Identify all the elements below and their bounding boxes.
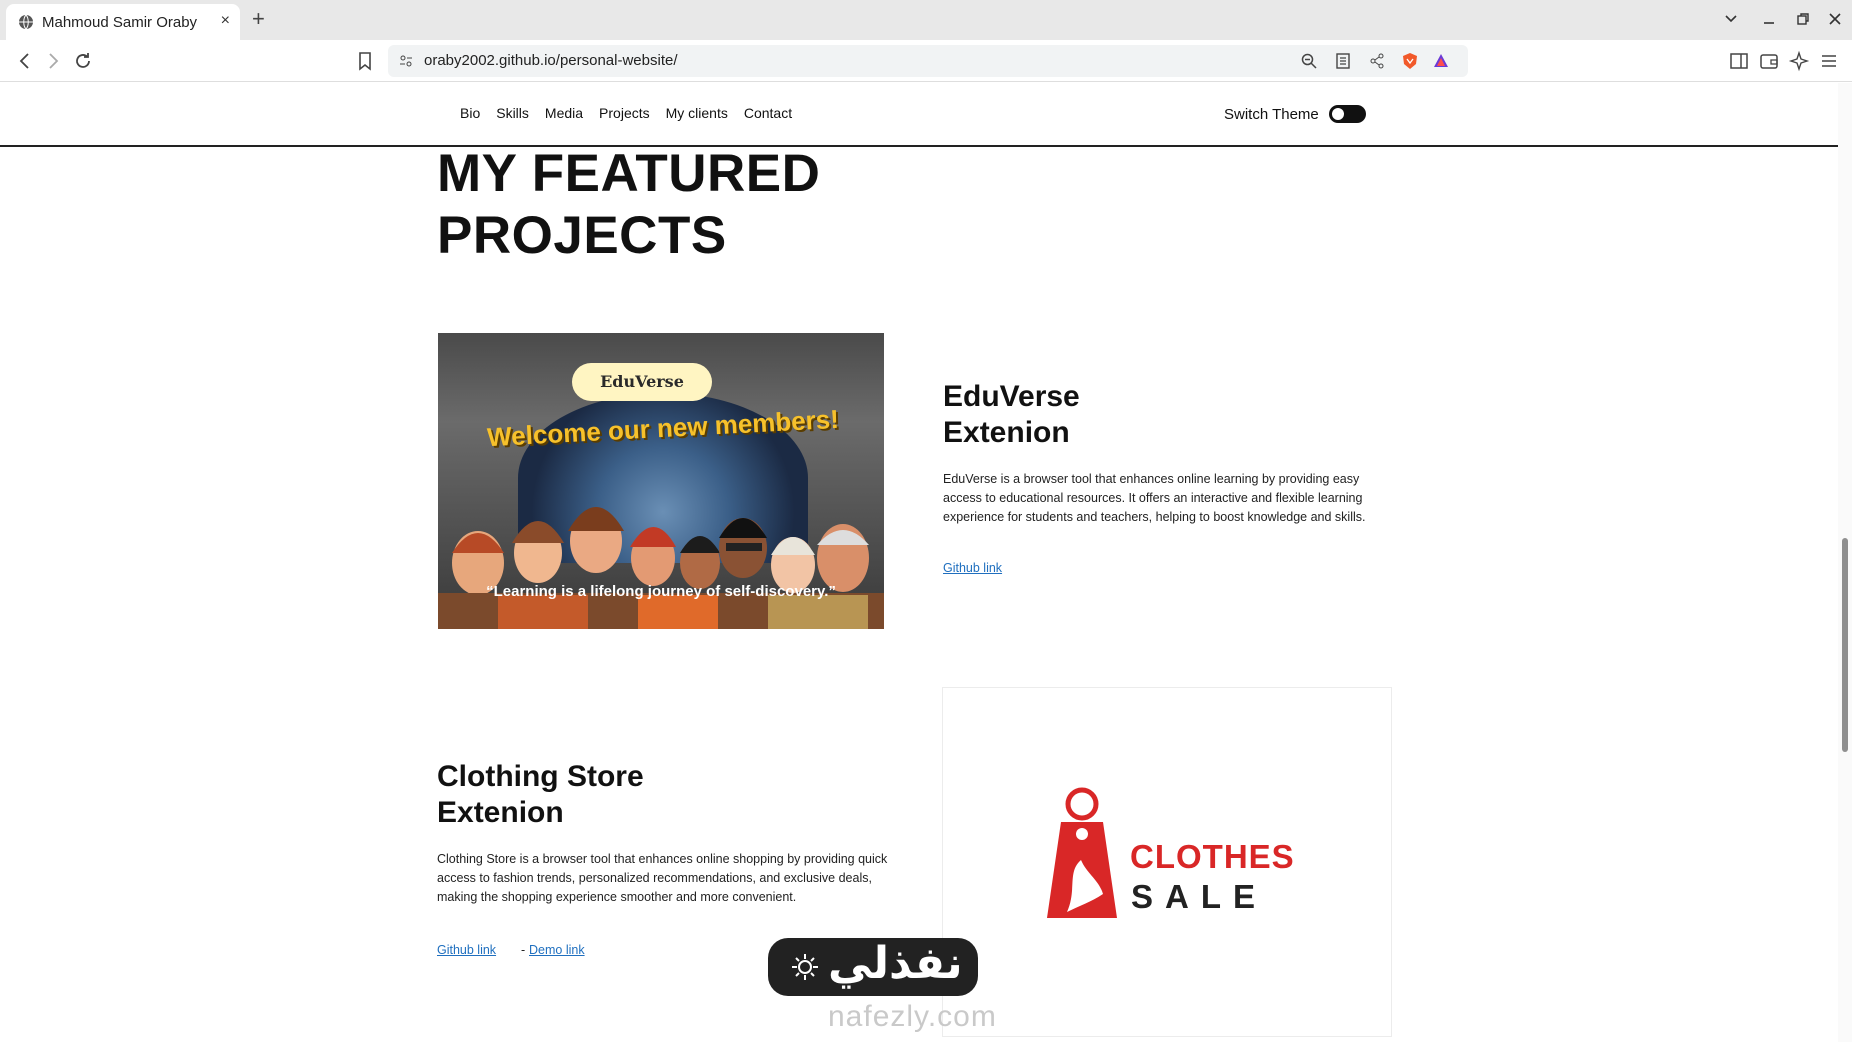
- address-bar[interactable]: oraby2002.github.io/personal-website/: [388, 45, 1468, 77]
- eduverse-image: EduVerse Welcome our new members! “Learn…: [438, 333, 884, 629]
- tab-list-chevron-icon[interactable]: [1724, 12, 1738, 26]
- new-tab-button[interactable]: +: [252, 6, 265, 32]
- browser-tab-bar: Mahmoud Samir Oraby × +: [0, 0, 1852, 40]
- nav-link-skills[interactable]: Skills: [496, 105, 529, 121]
- clothes-word: CLOTHES: [1130, 838, 1295, 875]
- leo-ai-icon[interactable]: [1786, 48, 1812, 74]
- nav-link-projects[interactable]: Projects: [599, 105, 650, 121]
- price-tag-icon: [1047, 787, 1117, 918]
- brave-shields-icon[interactable]: [1401, 52, 1419, 70]
- brave-rewards-icon[interactable]: [1432, 52, 1450, 70]
- globe-icon: [19, 14, 33, 30]
- eduverse-title: EduVerse Extenion: [943, 380, 1080, 449]
- nav-link-media[interactable]: Media: [545, 105, 583, 121]
- toggle-knob: [1332, 108, 1344, 120]
- eduverse-quote: “Learning is a lifelong journey of self-…: [486, 583, 836, 600]
- sidebar-icon[interactable]: [1726, 48, 1752, 74]
- clothing-store-github-link[interactable]: Github link: [437, 943, 496, 957]
- nav-links: Bio Skills Media Projects My clients Con…: [460, 105, 792, 121]
- reader-mode-icon[interactable]: [1334, 52, 1352, 70]
- link-separator: -: [521, 943, 526, 957]
- page-scrollbar[interactable]: [1838, 83, 1852, 1042]
- wallet-icon[interactable]: [1756, 48, 1782, 74]
- url-text[interactable]: oraby2002.github.io/personal-website/: [424, 52, 678, 69]
- nav-link-contact[interactable]: Contact: [744, 105, 792, 121]
- web-page: Bio Skills Media Projects My clients Con…: [0, 83, 1852, 1042]
- eduverse-description: EduVerse is a browser tool that enhances…: [943, 472, 1366, 524]
- back-icon[interactable]: [12, 48, 38, 74]
- sale-word: SALE: [1131, 878, 1268, 915]
- eduverse-logo-badge: EduVerse: [572, 363, 712, 401]
- menu-icon[interactable]: [1816, 48, 1842, 74]
- minimize-icon[interactable]: [1762, 12, 1776, 26]
- featured-projects-heading: MY FEATURED PROJECTS: [437, 144, 821, 265]
- browser-tab[interactable]: Mahmoud Samir Oraby ×: [6, 4, 240, 40]
- theme-toggle[interactable]: [1329, 105, 1366, 123]
- close-window-icon[interactable]: [1828, 12, 1842, 26]
- restore-icon[interactable]: [1796, 12, 1810, 26]
- nav-link-my-clients[interactable]: My clients: [666, 105, 728, 121]
- nafezly-watermark: نفذلي nafezly.com: [768, 938, 1030, 1033]
- zoom-icon[interactable]: [1300, 52, 1318, 70]
- watermark-domain: nafezly.com: [828, 1000, 997, 1033]
- browser-toolbar: oraby2002.github.io/personal-website/: [0, 40, 1852, 82]
- tab-close-icon[interactable]: ×: [221, 12, 230, 30]
- switch-theme-label: Switch Theme: [1224, 106, 1319, 123]
- share-icon[interactable]: [1368, 52, 1386, 70]
- bookmark-icon[interactable]: [352, 48, 378, 74]
- scrollbar-thumb[interactable]: [1842, 538, 1848, 752]
- reload-icon[interactable]: [70, 48, 96, 74]
- watermark-arabic-text: نفذلي: [828, 938, 963, 989]
- clothing-store-title: Clothing Store Extenion: [437, 760, 644, 829]
- nav-link-bio[interactable]: Bio: [460, 105, 480, 121]
- people-illustration: [438, 507, 884, 629]
- eduverse-github-link[interactable]: Github link: [943, 561, 1002, 575]
- forward-icon[interactable]: [40, 48, 66, 74]
- tab-title: Mahmoud Samir Oraby: [42, 14, 198, 31]
- clothing-store-demo-link[interactable]: Demo link: [529, 943, 585, 957]
- sun-icon: [792, 954, 818, 980]
- site-navbar: Bio Skills Media Projects My clients Con…: [0, 83, 1838, 147]
- site-settings-icon[interactable]: [398, 53, 414, 69]
- clothing-store-description: Clothing Store is a browser tool that en…: [437, 852, 888, 904]
